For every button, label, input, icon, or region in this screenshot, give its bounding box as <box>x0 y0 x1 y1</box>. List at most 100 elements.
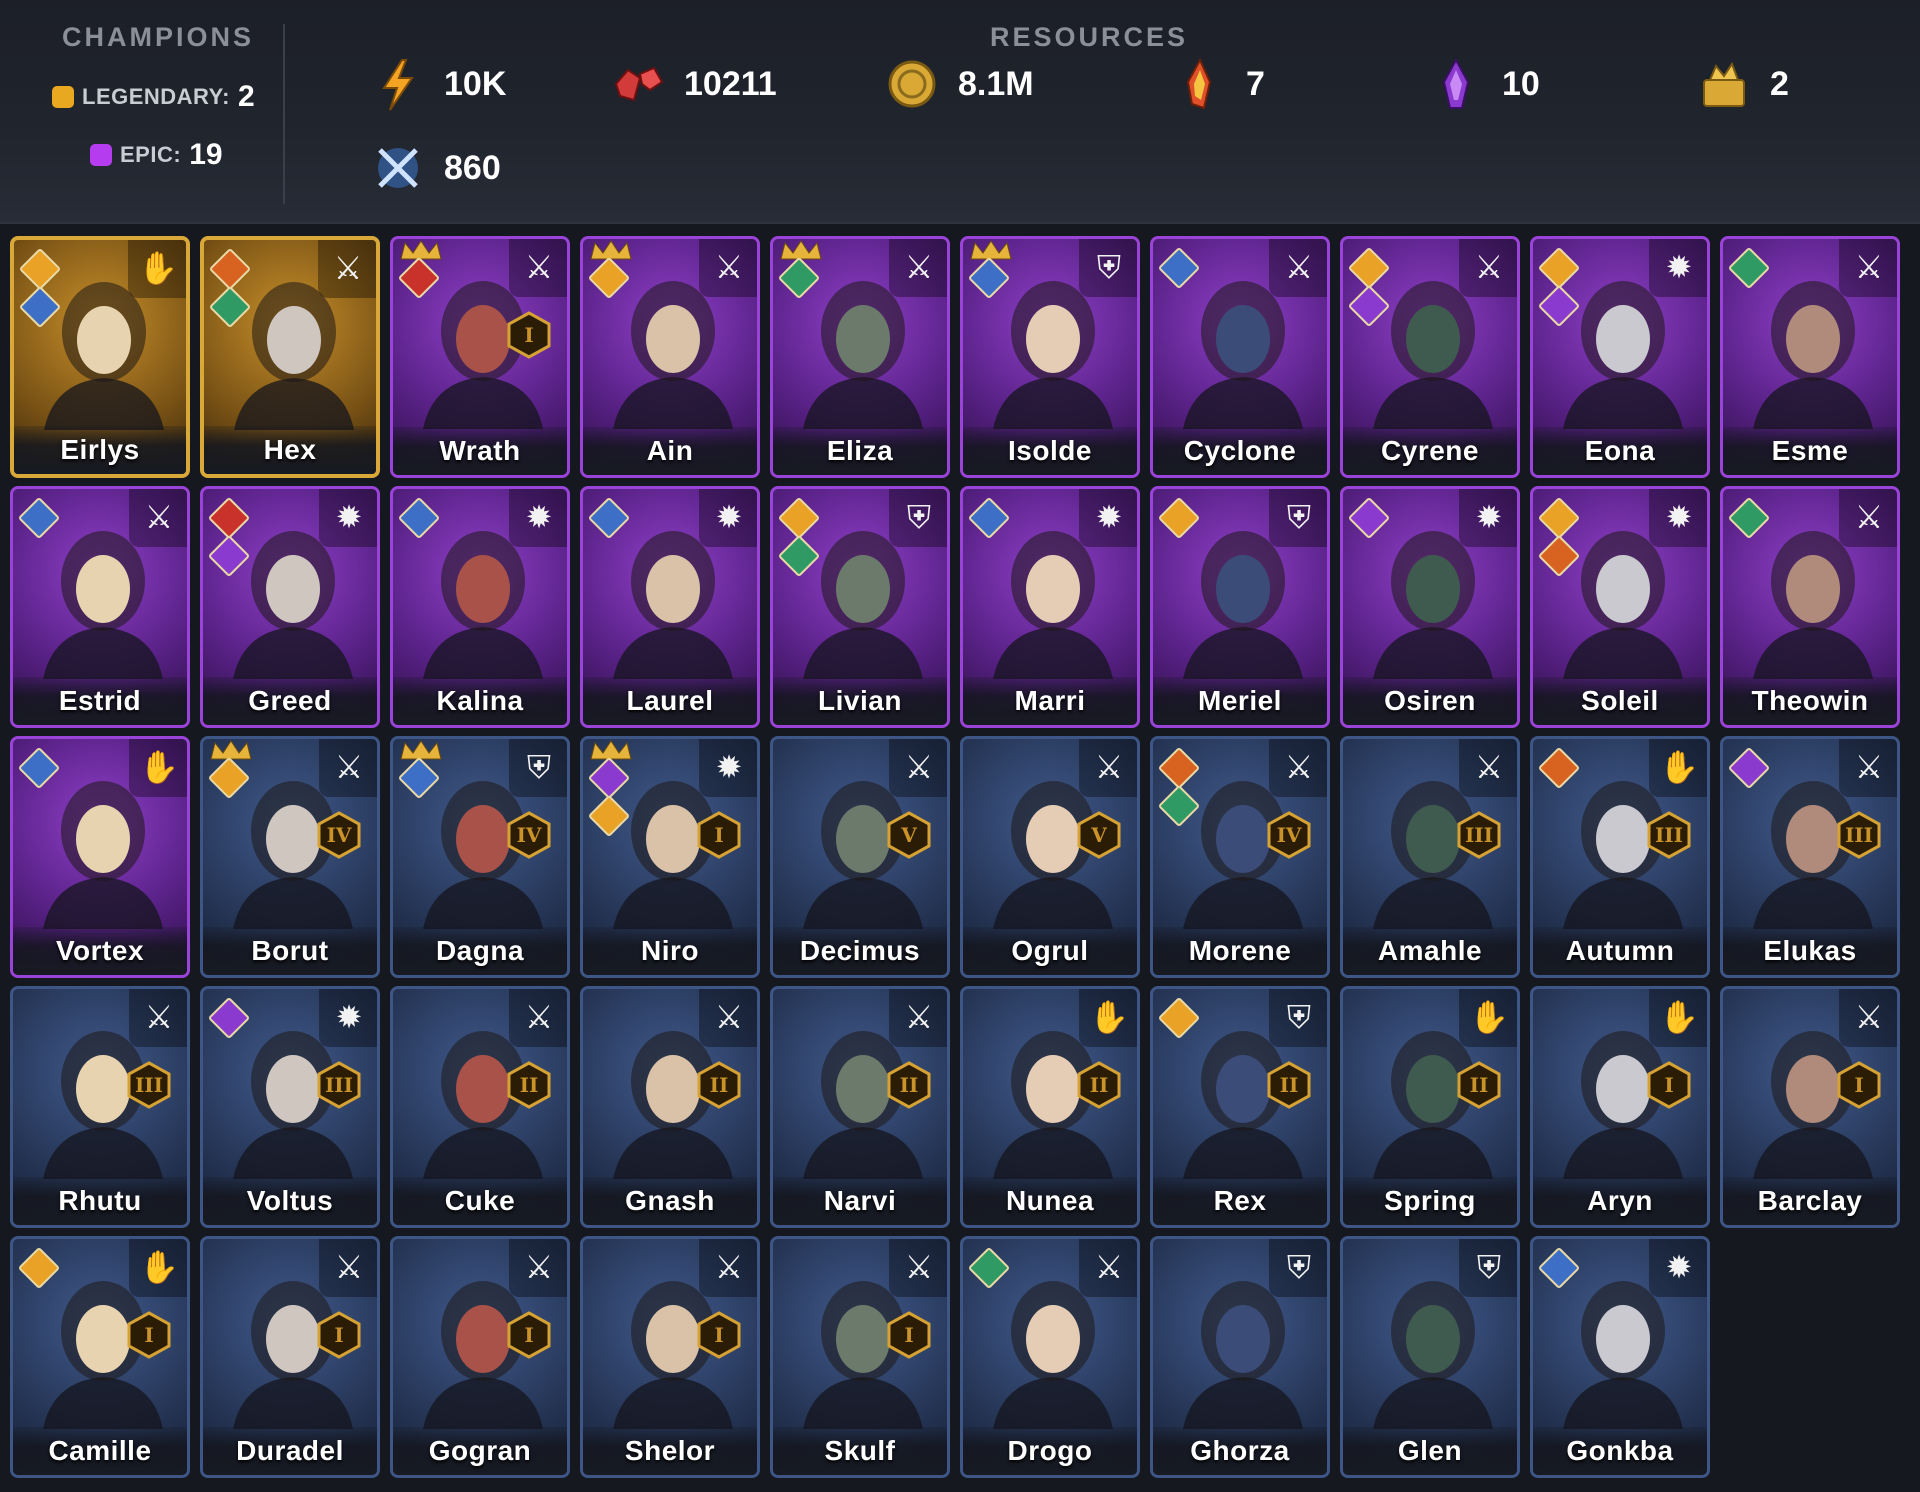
champion-card[interactable]: ⚔ III Amahle <box>1340 736 1520 978</box>
champion-card[interactable]: ⚔ I Skulf <box>770 1236 950 1478</box>
champion-card[interactable]: ✹ Greed <box>200 486 380 728</box>
champion-card[interactable]: ⚔ Eliza <box>770 236 950 478</box>
awakening-rank: III <box>1654 823 1684 847</box>
champion-card[interactable]: ⚔ II Cuke <box>390 986 570 1228</box>
crown-icon <box>400 740 442 760</box>
champion-name: Osiren <box>1384 685 1476 716</box>
champion-card[interactable]: ⚔ I Wrath <box>390 236 570 478</box>
champion-name: Isolde <box>1008 435 1092 466</box>
champion-card[interactable]: ✹ III Voltus <box>200 986 380 1228</box>
awakening-rank-badge: I <box>315 1311 363 1359</box>
awakening-rank: IV <box>1276 823 1302 847</box>
champion-card[interactable]: ⚔ I Duradel <box>200 1236 380 1478</box>
champion-card[interactable]: ⛨ II Rex <box>1150 986 1330 1228</box>
champion-card[interactable]: ✋ I Aryn <box>1530 986 1710 1228</box>
champion-card[interactable]: ⚔ I Gogran <box>390 1236 570 1478</box>
champion-card[interactable]: ✹ Kalina <box>390 486 570 728</box>
champion-card[interactable]: ✹ Eona <box>1530 236 1710 478</box>
champion-name: Narvi <box>823 1185 897 1216</box>
champion-name: Gogran <box>428 1435 532 1466</box>
champion-card[interactable]: ⛨ Isolde <box>960 236 1140 478</box>
champion-card[interactable]: ⚔ IV Borut <box>200 736 380 978</box>
hands-icon: ✋ <box>1469 998 1509 1036</box>
sword-icon: ⚔ <box>1094 748 1124 786</box>
champion-name: Laurel <box>626 685 714 716</box>
champion-name: Meriel <box>1198 685 1282 716</box>
champion-card[interactable]: ⚔ Hex <box>200 236 380 478</box>
shield-icon: ⛨ <box>1286 1248 1311 1286</box>
champion-card[interactable]: ⚔ Theowin <box>1720 486 1900 728</box>
epic-dot-icon <box>90 144 112 166</box>
champion-card[interactable]: ⚔ V Decimus <box>770 736 950 978</box>
sword-icon: ⚔ <box>334 748 364 786</box>
champion-card[interactable]: ✹ I Niro <box>580 736 760 978</box>
sword-icon: ⚔ <box>144 498 174 536</box>
champion-card[interactable]: ⚔ II Narvi <box>770 986 950 1228</box>
champion-name: Borut <box>251 935 329 966</box>
hands-icon: ✋ <box>139 1248 179 1286</box>
champion-card[interactable]: ⚔ Cyclone <box>1150 236 1330 478</box>
champion-card[interactable]: ⚔ I Shelor <box>580 1236 760 1478</box>
champion-card[interactable]: ⛨ Meriel <box>1150 486 1330 728</box>
shield-icon: ⛨ <box>526 748 551 786</box>
champion-card[interactable]: ⛨ IV Dagna <box>390 736 570 978</box>
fire-crystal-value: 7 <box>1246 64 1265 103</box>
champion-name: Cyrene <box>1381 435 1479 466</box>
champion-card[interactable]: ⚔ Ain <box>580 236 760 478</box>
energy-value: 10K <box>444 64 507 103</box>
resource-treasure: 2 <box>1696 56 1789 112</box>
champion-card[interactable]: ✋ II Nunea <box>960 986 1140 1228</box>
shield-icon: ⛨ <box>906 498 931 536</box>
champion-card[interactable]: ⚔ II Gnash <box>580 986 760 1228</box>
champion-card[interactable]: ✋ Vortex <box>10 736 190 978</box>
champion-card[interactable]: ⛨ Glen <box>1340 1236 1520 1478</box>
champion-card[interactable]: ⛨ Livian <box>770 486 950 728</box>
sword-icon: ⚔ <box>1474 248 1504 286</box>
champion-grid: ✋ Eirlys ⚔ Hex ⚔ I Wrath ⚔ Ain ⚔ Eliza ⛨ Isolde ⚔ Cycl… <box>10 236 1910 1486</box>
champion-card[interactable]: ✋ Eirlys <box>10 236 190 478</box>
crown-icon <box>400 240 442 260</box>
champion-portrait <box>1183 1281 1303 1429</box>
champion-name: Drogo <box>1007 1435 1093 1466</box>
awakening-rank-badge: I <box>1645 1061 1693 1109</box>
champion-card[interactable]: ✋ I Camille <box>10 1236 190 1478</box>
champion-card[interactable]: ✋ III Autumn <box>1530 736 1710 978</box>
champion-name: Shelor <box>624 1435 716 1466</box>
legendary-label: LEGENDARY: <box>82 84 230 109</box>
champion-card[interactable]: ⚔ IV Morene <box>1150 736 1330 978</box>
champion-card[interactable]: ⚔ Esme <box>1720 236 1900 478</box>
champion-card[interactable]: ⚔ Cyrene <box>1340 236 1520 478</box>
champion-portrait <box>1563 531 1683 679</box>
awakening-rank-badge: IV <box>315 811 363 859</box>
awakening-rank: V <box>901 823 917 847</box>
awakening-rank-badge: I <box>125 1311 173 1359</box>
champion-name: Dagna <box>435 935 525 966</box>
champion-card[interactable]: ⚔ Estrid <box>10 486 190 728</box>
champion-portrait <box>993 1281 1113 1429</box>
champion-name: Amahle <box>1377 935 1483 966</box>
awakening-rank: I <box>714 1323 724 1347</box>
champion-card[interactable]: ⚔ III Elukas <box>1720 736 1900 978</box>
awakening-rank-badge: IV <box>505 811 553 859</box>
sword-icon: ⚔ <box>904 998 934 1036</box>
champion-card[interactable]: ✹ Soleil <box>1530 486 1710 728</box>
sword-icon: ⚔ <box>334 1248 364 1286</box>
champion-card[interactable]: ⛨ Ghorza <box>1150 1236 1330 1478</box>
champion-card[interactable]: ⚔ Drogo <box>960 1236 1140 1478</box>
champion-card[interactable]: ✹ Gonkba <box>1530 1236 1710 1478</box>
champion-card[interactable]: ✋ II Spring <box>1340 986 1520 1228</box>
champion-card[interactable]: ✹ Marri <box>960 486 1140 728</box>
awakening-rank-badge: I <box>505 1311 553 1359</box>
crossed-axes-icon: ⚔ <box>524 998 554 1036</box>
champion-card[interactable]: ⚔ I Barclay <box>1720 986 1900 1228</box>
epic-count-row: EPIC: 19 <box>90 138 223 172</box>
champion-card[interactable]: ⚔ III Rhutu <box>10 986 190 1228</box>
champion-card[interactable]: ⚔ V Ogrul <box>960 736 1140 978</box>
champion-name: Kalina <box>436 685 524 716</box>
champion-card[interactable]: ✹ Osiren <box>1340 486 1520 728</box>
awakening-rank: II <box>709 1073 729 1097</box>
champion-name: Soleil <box>1581 685 1659 716</box>
hands-icon: ✋ <box>138 249 178 287</box>
crown-icon <box>590 740 632 760</box>
champion-card[interactable]: ✹ Laurel <box>580 486 760 728</box>
